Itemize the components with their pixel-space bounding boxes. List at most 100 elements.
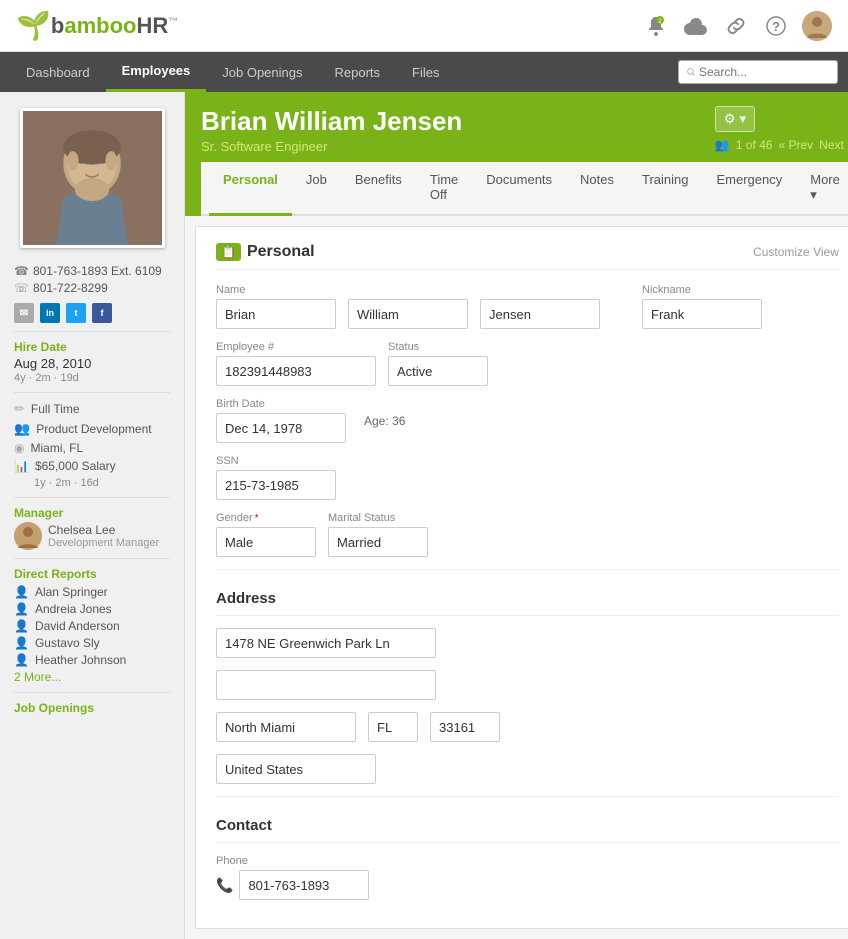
next-employee-link[interactable]: Next »	[819, 138, 848, 152]
birth-date-input[interactable]	[216, 413, 346, 443]
email-icon[interactable]: ✉	[14, 303, 34, 323]
status-input[interactable]	[388, 356, 488, 386]
phone-input[interactable]	[239, 870, 369, 900]
search-input[interactable]	[699, 65, 829, 79]
notifications-icon[interactable]: 2	[642, 12, 670, 40]
linkedin-icon[interactable]: in	[40, 303, 60, 323]
zip-group	[430, 712, 500, 742]
link-icon[interactable]	[722, 12, 750, 40]
employee-number-input[interactable]	[216, 356, 376, 386]
manager-label: Manager	[14, 506, 170, 520]
street-group	[216, 628, 436, 658]
phone-label: Phone	[216, 855, 369, 867]
job-openings-link[interactable]: Job Openings	[14, 701, 170, 715]
direct-report-item[interactable]: 👤 David Anderson	[14, 619, 170, 633]
twitter-icon[interactable]: t	[66, 303, 86, 323]
nav-job-openings[interactable]: Job Openings	[206, 52, 318, 92]
employees-icon: 👥	[715, 138, 730, 152]
zip-input[interactable]	[430, 712, 500, 742]
sidebar-phone-mobile: ☏ 801-722-8299	[14, 281, 170, 295]
state-input[interactable]	[368, 712, 418, 742]
cloud-icon[interactable]	[682, 12, 710, 40]
gender-marital-row: Gender* Marital Status	[216, 512, 839, 557]
top-header: 🌱 bambooHR™ 2 ?	[0, 0, 848, 52]
department-icon: 👥	[14, 421, 30, 437]
tab-documents[interactable]: Documents	[472, 162, 566, 216]
city-input[interactable]	[216, 712, 356, 742]
person-icon: 👤	[14, 636, 29, 650]
nav-reports[interactable]: Reports	[319, 52, 397, 92]
help-icon[interactable]: ?	[762, 12, 790, 40]
more-reports-link[interactable]: 2 More...	[14, 670, 170, 684]
marital-input[interactable]	[328, 527, 428, 557]
tab-benefits[interactable]: Benefits	[341, 162, 416, 216]
direct-report-item[interactable]: 👤 Gustavo Sly	[14, 636, 170, 650]
last-name-label	[480, 284, 600, 296]
location-row: ◉ Miami, FL	[14, 441, 170, 455]
last-name-input[interactable]	[480, 299, 600, 329]
tab-job[interactable]: Job	[292, 162, 341, 216]
direct-report-item[interactable]: 👤 Alan Springer	[14, 585, 170, 599]
tab-emergency[interactable]: Emergency	[702, 162, 796, 216]
sidebar-social-icons: ✉ in t f	[14, 303, 170, 323]
tab-more[interactable]: More ▾	[796, 162, 848, 216]
country-group	[216, 754, 376, 784]
phone-field-icon: 📞	[216, 877, 233, 894]
user-avatar[interactable]	[802, 11, 832, 41]
tab-notes[interactable]: Notes	[566, 162, 628, 216]
nav-files[interactable]: Files	[396, 52, 455, 92]
street-input[interactable]	[216, 628, 436, 658]
ssn-input[interactable]	[216, 470, 336, 500]
nav-dashboard[interactable]: Dashboard	[10, 52, 106, 92]
phone-mobile-icon: ☏	[14, 281, 29, 295]
hire-date-value: Aug 28, 2010	[14, 356, 170, 371]
first-name-group: Name	[216, 284, 336, 329]
sidebar-phone-office: ☎ 801-763-1893 Ext. 6109	[14, 264, 170, 278]
gender-input[interactable]	[216, 527, 316, 557]
employee-photo	[20, 108, 165, 248]
street2-input[interactable]	[216, 670, 436, 700]
address-title: Address	[216, 590, 839, 616]
tab-training[interactable]: Training	[628, 162, 702, 216]
state-group	[368, 712, 418, 742]
settings-button[interactable]: ⚙ ▾	[715, 106, 755, 132]
first-name-input[interactable]	[216, 299, 336, 329]
prev-employee-link[interactable]: « Prev	[778, 138, 813, 152]
nickname-label: Nickname	[642, 284, 762, 296]
gear-icon: ⚙	[724, 111, 736, 127]
tab-personal[interactable]: Personal	[209, 162, 292, 216]
search-box	[678, 60, 838, 84]
employee-nav-count: 👥 1 of 46 « Prev Next »	[715, 138, 848, 152]
sidebar-info: ☎ 801-763-1893 Ext. 6109 ☏ 801-722-8299 …	[0, 264, 184, 725]
person-icon: 👤	[14, 653, 29, 667]
personal-section-header: 📋 Personal Customize View	[216, 243, 839, 270]
employee-number-group: Employee #	[216, 341, 376, 386]
person-icon: 👤	[14, 602, 29, 616]
direct-report-item[interactable]: 👤 Andreia Jones	[14, 602, 170, 616]
salary-row: 📊 $65,000 Salary	[14, 459, 170, 473]
person-icon: 👤	[14, 585, 29, 599]
direct-report-item[interactable]: 👤 Heather Johnson	[14, 653, 170, 667]
customize-view-link[interactable]: Customize View	[753, 245, 839, 259]
country-row	[216, 754, 839, 784]
middle-name-input[interactable]	[348, 299, 468, 329]
first-name-label: Name	[216, 284, 336, 296]
address-section: Address	[216, 582, 839, 784]
emp-header-right: ⚙ ▾ 👥 1 of 46 « Prev Next »	[715, 106, 848, 152]
direct-reports-list: 👤 Alan Springer 👤 Andreia Jones 👤 David …	[14, 585, 170, 684]
facebook-icon[interactable]: f	[92, 303, 112, 323]
header-icons: 2 ?	[642, 11, 832, 41]
phone-office-icon: ☎	[14, 264, 29, 278]
manager-info: Chelsea Lee Development Manager	[48, 523, 159, 549]
required-star: *	[255, 513, 259, 524]
tab-time-off[interactable]: Time Off	[416, 162, 472, 216]
manager-name[interactable]: Chelsea Lee	[48, 523, 159, 537]
nav-bar: Dashboard Employees Job Openings Reports…	[0, 52, 848, 92]
country-input[interactable]	[216, 754, 376, 784]
personal-icon: 📋	[216, 243, 241, 261]
nav-employees[interactable]: Employees	[106, 52, 207, 92]
contact-section: Contact Phone 📞	[216, 809, 839, 900]
nickname-input[interactable]	[642, 299, 762, 329]
employee-header: Brian William Jensen Sr. Software Engine…	[185, 92, 848, 216]
search-icon	[687, 65, 695, 79]
